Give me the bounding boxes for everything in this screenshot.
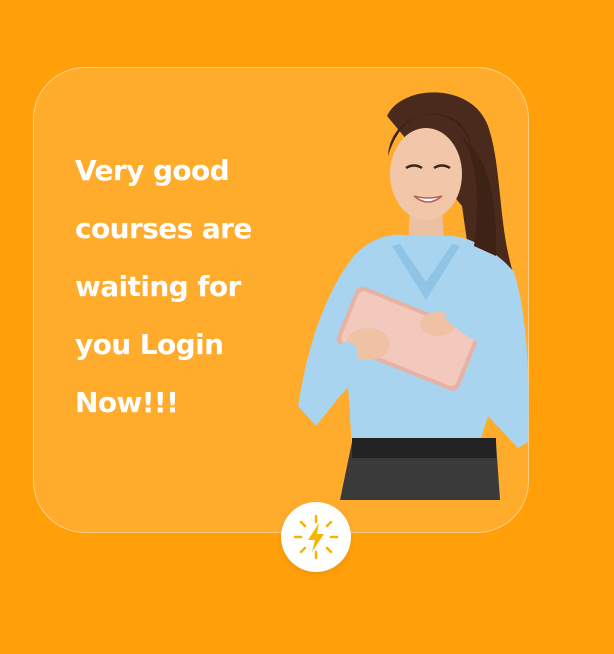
lightning-bolt-icon	[293, 514, 339, 560]
woman-with-tablet-illustration	[298, 92, 529, 500]
headline-line-3: waiting for	[75, 270, 241, 303]
headline-line-5: Now!!!	[75, 386, 179, 419]
headline-line-1: Very good	[75, 154, 230, 187]
headline-line-4: you Login	[75, 328, 224, 361]
promo-screen: Very good courses are waiting for you Lo…	[0, 0, 614, 654]
promo-headline: Very good courses are waiting for you Lo…	[75, 142, 290, 432]
badge	[281, 502, 351, 572]
headline-line-2: courses are	[75, 212, 252, 245]
